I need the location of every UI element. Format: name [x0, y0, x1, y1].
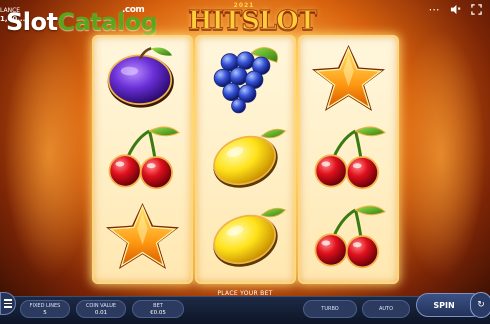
lemon-symbol-icon	[202, 120, 289, 194]
auto-button[interactable]: AUTO	[362, 300, 410, 318]
watermark-logo: SlotCatalog .com	[6, 5, 158, 36]
left-light-glow	[4, 30, 94, 280]
sound-icon[interactable]	[449, 3, 461, 15]
cherry-symbol-icon	[305, 199, 392, 273]
plum-symbol-icon	[99, 41, 186, 115]
logo-title: HITSLOT	[188, 6, 318, 37]
bet-value: €0.05	[150, 310, 166, 316]
star-symbol-icon	[305, 41, 392, 115]
grapes-symbol-icon	[202, 41, 289, 115]
reel-2	[197, 37, 294, 282]
lemon-symbol-icon	[202, 199, 289, 273]
right-light-glow	[396, 30, 486, 280]
top-icon-bar: ⋯	[428, 3, 482, 16]
coin-value-label: COIN VALUE	[85, 303, 117, 309]
reel-1	[94, 37, 191, 282]
cherry-symbol-icon	[99, 120, 186, 194]
bet-selector[interactable]: BET €0.05	[132, 300, 184, 318]
star-symbol-icon	[99, 199, 186, 273]
bet-label: BET	[153, 303, 163, 309]
cherry-symbol-icon	[305, 120, 392, 194]
turbo-button[interactable]: TURBO	[303, 300, 357, 318]
fixed-lines-display: FIXED LINES 5	[20, 300, 70, 318]
fullscreen-icon[interactable]	[470, 3, 482, 15]
coin-value-selector[interactable]: COIN VALUE 0.01	[76, 300, 126, 318]
fixed-lines-value: 5	[43, 310, 47, 316]
fixed-lines-label: FIXED LINES	[29, 303, 61, 309]
coin-value-value: 0.01	[94, 310, 108, 316]
menu-dots-icon[interactable]: ⋯	[428, 3, 440, 16]
game-logo: 2021 HITSLOT	[188, 2, 318, 37]
reel-3	[300, 37, 397, 282]
spin-arrows-icon[interactable]: ↻	[470, 292, 490, 318]
